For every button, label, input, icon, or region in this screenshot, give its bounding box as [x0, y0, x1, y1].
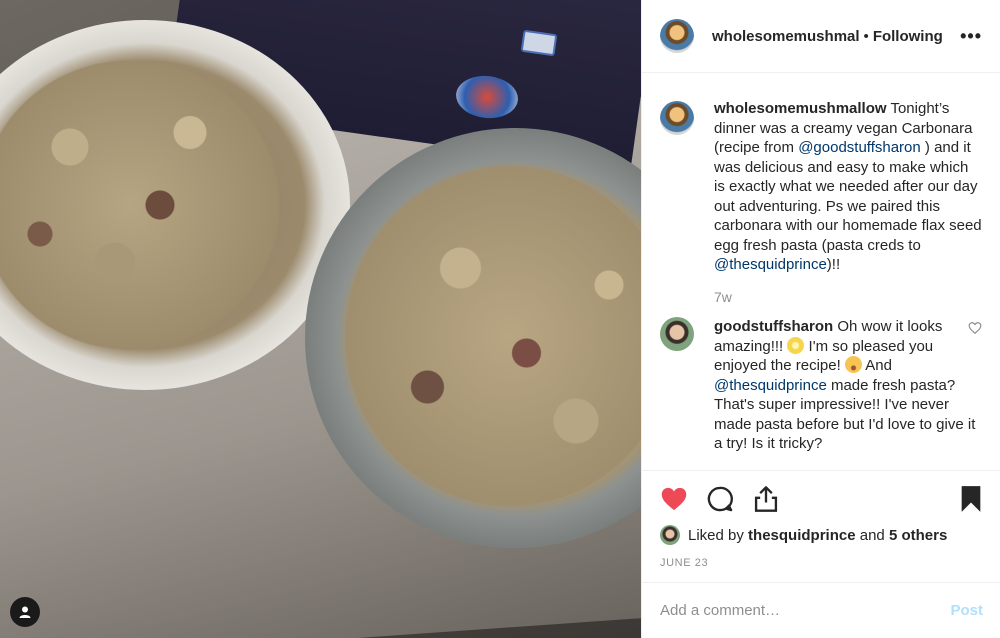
liker-avatar[interactable] — [660, 525, 680, 545]
liked-others[interactable]: 5 others — [889, 527, 947, 544]
comment-body: goodstuffsharon Oh wow it looks amazing!… — [714, 317, 982, 454]
caption-body: wholesomemushmallow Tonight’s dinner was… — [714, 99, 982, 307]
user-icon — [19, 606, 31, 618]
caption-text: )!! — [826, 256, 841, 273]
caption: wholesomemushmallow Tonight’s dinner was… — [660, 99, 982, 307]
smile-emoji-icon — [844, 356, 862, 373]
share-icon[interactable] — [752, 485, 780, 513]
pasta — [345, 166, 641, 506]
tagged-user-button[interactable] — [10, 597, 40, 627]
comments-section: wholesomemushmallow Tonight’s dinner was… — [642, 73, 1000, 469]
likes-summary: Liked by thesquidprince and 5 others — [660, 525, 983, 545]
mention-link[interactable]: @goodstuffsharon — [798, 139, 921, 156]
caption-username[interactable]: wholesomemushmallow — [714, 100, 887, 117]
mention-link[interactable]: @thesquidprince — [714, 256, 827, 273]
post-date[interactable]: JUNE 23 — [660, 557, 983, 569]
liked-and: and — [859, 526, 885, 544]
avatar[interactable] — [660, 19, 694, 53]
more-icon[interactable]: ••• — [960, 26, 982, 47]
intel-sticker — [520, 29, 558, 57]
liked-prefix: Liked by — [688, 526, 744, 544]
avatar[interactable] — [660, 317, 694, 351]
post-button[interactable]: Post — [950, 602, 983, 619]
post-photo[interactable] — [0, 0, 641, 638]
add-comment-bar: Post — [642, 582, 1000, 638]
caption-text: ) and it was delicious and easy to make … — [714, 139, 982, 254]
instagram-post: wholesomemushmal • Following ••• wholeso… — [0, 0, 1000, 638]
following-button[interactable]: Following — [873, 28, 943, 45]
comment-icon[interactable] — [706, 485, 734, 513]
like-comment-icon[interactable] — [968, 321, 982, 335]
mention-link[interactable]: @thesquidprince — [714, 377, 827, 394]
comment-text: And — [861, 357, 892, 374]
caption-time[interactable]: 7w — [714, 288, 982, 308]
comment-username[interactable]: goodstuffsharon — [714, 318, 833, 335]
comment: goodstuffsharon Oh wow it looks amazing!… — [660, 317, 982, 454]
action-bar — [660, 483, 983, 515]
liked-user[interactable]: thesquidprince — [748, 527, 856, 544]
header-username[interactable]: wholesomemushmal — [712, 28, 860, 45]
post-header: wholesomemushmal • Following ••• — [642, 0, 1000, 73]
heart-icon[interactable] — [660, 485, 688, 513]
post-sidebar: wholesomemushmal • Following ••• wholeso… — [641, 0, 1000, 638]
pasta — [0, 60, 280, 350]
comment-input[interactable] — [660, 602, 951, 619]
avatar[interactable] — [660, 101, 694, 135]
star-emoji-icon — [787, 336, 805, 354]
actions-section: Liked by thesquidprince and 5 others JUN… — [642, 470, 1000, 569]
bookmark-icon[interactable] — [959, 485, 983, 513]
separator-dot: • — [863, 27, 869, 45]
